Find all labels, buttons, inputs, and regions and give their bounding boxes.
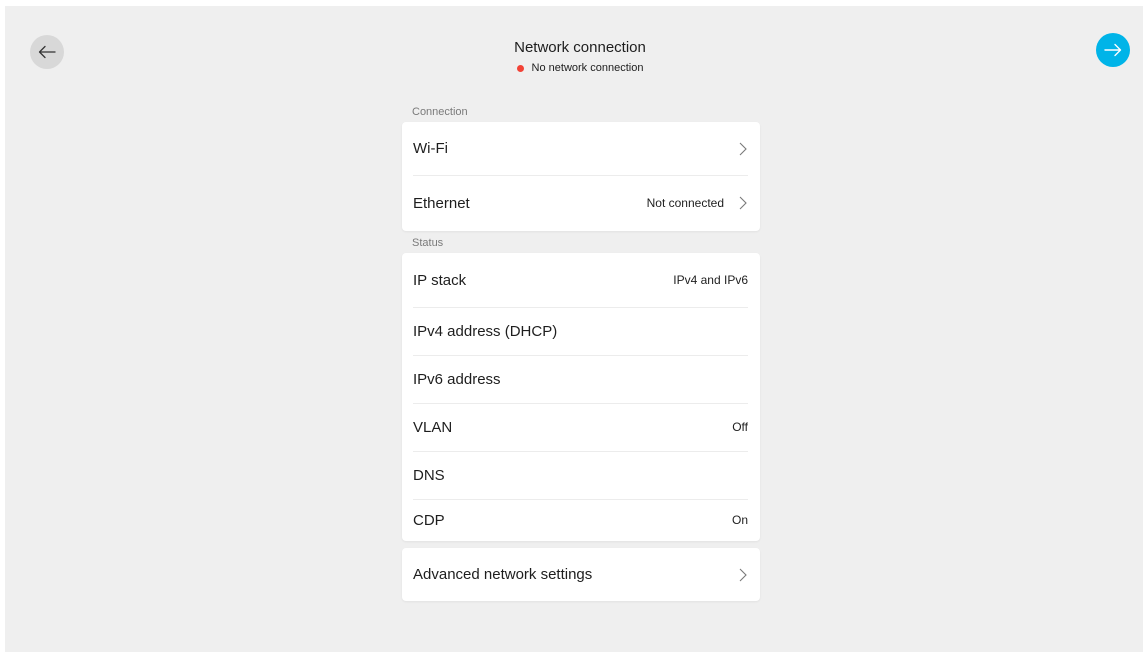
vlan-label: VLAN	[413, 418, 453, 436]
ip-stack-label: IP stack	[413, 271, 467, 289]
connection-status-text: No network connection	[531, 62, 644, 74]
list-item-ethernet[interactable]: Ethernet Not connected	[402, 175, 760, 231]
back-button[interactable]	[30, 35, 64, 69]
list-item-vlan[interactable]: VLAN Off	[402, 403, 760, 451]
ip-stack-value: IPv4 and IPv6	[673, 273, 748, 287]
arrow-left-icon	[38, 45, 56, 59]
dns-label: DNS	[413, 466, 445, 484]
ethernet-label: Ethernet	[413, 194, 470, 212]
ipv6-address-label: IPv6 address	[413, 370, 501, 388]
ipv4-address-label: IPv4 address (DHCP)	[413, 322, 558, 340]
page-title: Network connection	[514, 39, 646, 56]
advanced-network-settings-label: Advanced network settings	[413, 566, 593, 583]
section-label-status: Status	[412, 237, 444, 249]
advanced-network-settings-button[interactable]: Advanced network settings	[402, 548, 760, 601]
vlan-value: Off	[732, 420, 748, 434]
chevron-right-icon	[738, 142, 748, 156]
list-item-ipv6-address[interactable]: IPv6 address	[402, 355, 760, 403]
status-card: IP stack IPv4 and IPv6 IPv4 address (DHC…	[402, 253, 760, 541]
list-item-ip-stack[interactable]: IP stack IPv4 and IPv6	[402, 253, 760, 307]
page-header: Network connection No network connection	[380, 39, 780, 74]
list-item-wifi[interactable]: Wi-Fi	[402, 122, 760, 175]
next-button[interactable]	[1096, 33, 1130, 67]
ethernet-value: Not connected	[646, 196, 724, 210]
list-item-dns[interactable]: DNS	[402, 451, 760, 499]
connection-card: Wi-Fi Ethernet Not connected	[402, 122, 760, 231]
connection-status: No network connection	[380, 62, 780, 74]
wifi-label: Wi-Fi	[413, 140, 448, 157]
cdp-value: On	[731, 513, 748, 527]
chevron-right-icon	[738, 568, 748, 582]
status-dot-icon	[516, 64, 524, 72]
arrow-right-icon	[1104, 43, 1122, 57]
cdp-label: CDP	[413, 511, 445, 529]
list-item-ipv4-address[interactable]: IPv4 address (DHCP)	[402, 307, 760, 355]
section-label-connection: Connection	[412, 106, 468, 118]
list-item-cdp[interactable]: CDP On	[402, 499, 760, 541]
advanced-card: Advanced network settings	[402, 548, 760, 601]
chevron-right-icon	[738, 196, 748, 210]
